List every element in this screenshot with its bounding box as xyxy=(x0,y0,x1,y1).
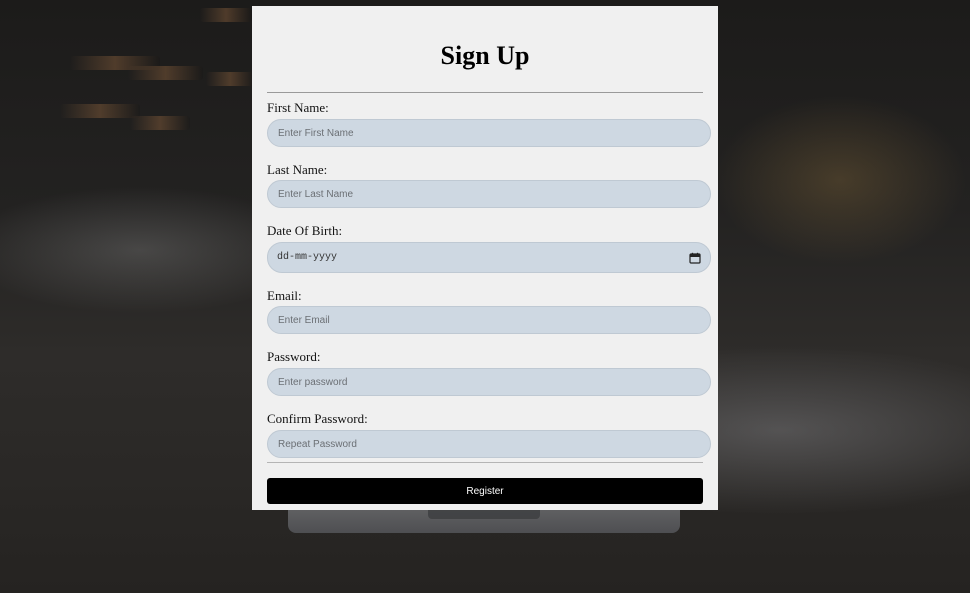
date-of-birth-input[interactable]: dd-mm-yyyy xyxy=(267,242,711,273)
bg-laptop-notch xyxy=(428,509,540,519)
date-format-text: dd-mm-yyyy xyxy=(277,252,338,263)
confirm-password-label: Confirm Password: xyxy=(267,411,368,426)
register-button[interactable]: Register xyxy=(267,478,703,504)
bg-shelf-slat xyxy=(128,66,203,80)
email-label: Email: xyxy=(267,288,302,303)
password-input[interactable] xyxy=(267,368,711,396)
first-name-label: First Name: xyxy=(267,100,329,115)
confirm-password-input[interactable] xyxy=(267,430,711,458)
divider-bottom xyxy=(267,462,703,463)
signup-form: Sign Up First Name: Last Name: Date Of B… xyxy=(252,6,718,510)
first-name-input[interactable] xyxy=(267,119,711,147)
bg-shelf-slat xyxy=(200,8,252,22)
bg-shelf-slat xyxy=(60,104,140,118)
bg-shelf-slat xyxy=(206,72,254,86)
password-label: Password: xyxy=(267,349,321,364)
last-name-label: Last Name: xyxy=(267,162,328,177)
last-name-input[interactable] xyxy=(267,180,711,208)
bg-shelf-slat xyxy=(130,116,190,130)
form-title: Sign Up xyxy=(440,41,530,70)
divider-top xyxy=(267,92,703,93)
email-input[interactable] xyxy=(267,306,711,334)
date-of-birth-label: Date Of Birth: xyxy=(267,223,343,238)
calendar-icon[interactable] xyxy=(689,252,701,264)
